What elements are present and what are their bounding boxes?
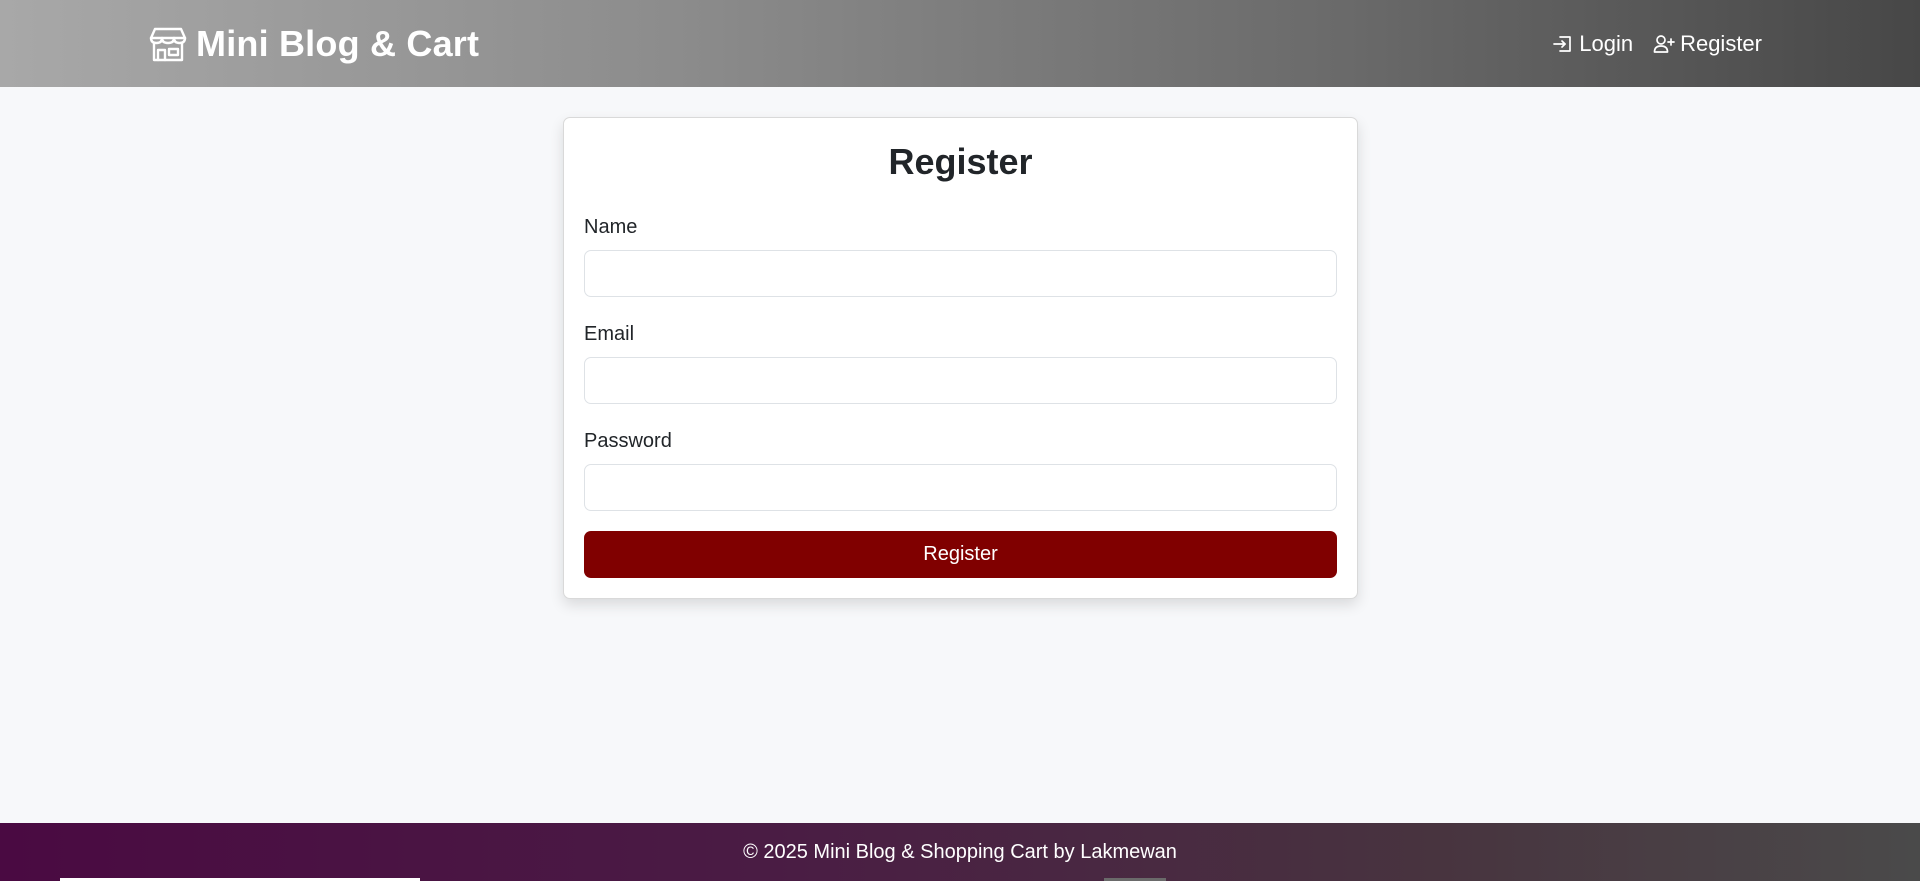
email-input[interactable]	[584, 357, 1337, 404]
brand-link[interactable]: Mini Blog & Cart	[148, 22, 479, 66]
register-submit-button[interactable]: Register	[584, 531, 1337, 578]
login-icon	[1552, 33, 1574, 55]
nav-links: Login Register	[1532, 29, 1762, 59]
person-add-icon	[1653, 33, 1675, 55]
nav-register-link[interactable]: Register	[1653, 29, 1762, 59]
nav-login-label: Login	[1579, 31, 1634, 56]
brand-title: Mini Blog & Cart	[196, 23, 480, 64]
name-label: Name	[584, 216, 638, 238]
footer: © 2025 Mini Blog & Shopping Cart by Lakm…	[0, 823, 1920, 881]
name-input[interactable]	[584, 250, 1337, 297]
register-card: Register Name Email Password Register	[563, 117, 1358, 599]
shop-icon	[148, 24, 188, 64]
navbar: Mini Blog & Cart Login Register	[0, 0, 1920, 87]
email-label: Email	[584, 323, 635, 345]
nav-login-link[interactable]: Login	[1552, 29, 1633, 59]
footer-copyright: © 2025 Mini Blog & Shopping Cart by Lakm…	[743, 841, 1177, 863]
nav-register-label: Register	[1680, 31, 1762, 56]
register-title: Register	[888, 141, 1033, 182]
password-label: Password	[584, 430, 672, 452]
password-input[interactable]	[584, 464, 1337, 511]
